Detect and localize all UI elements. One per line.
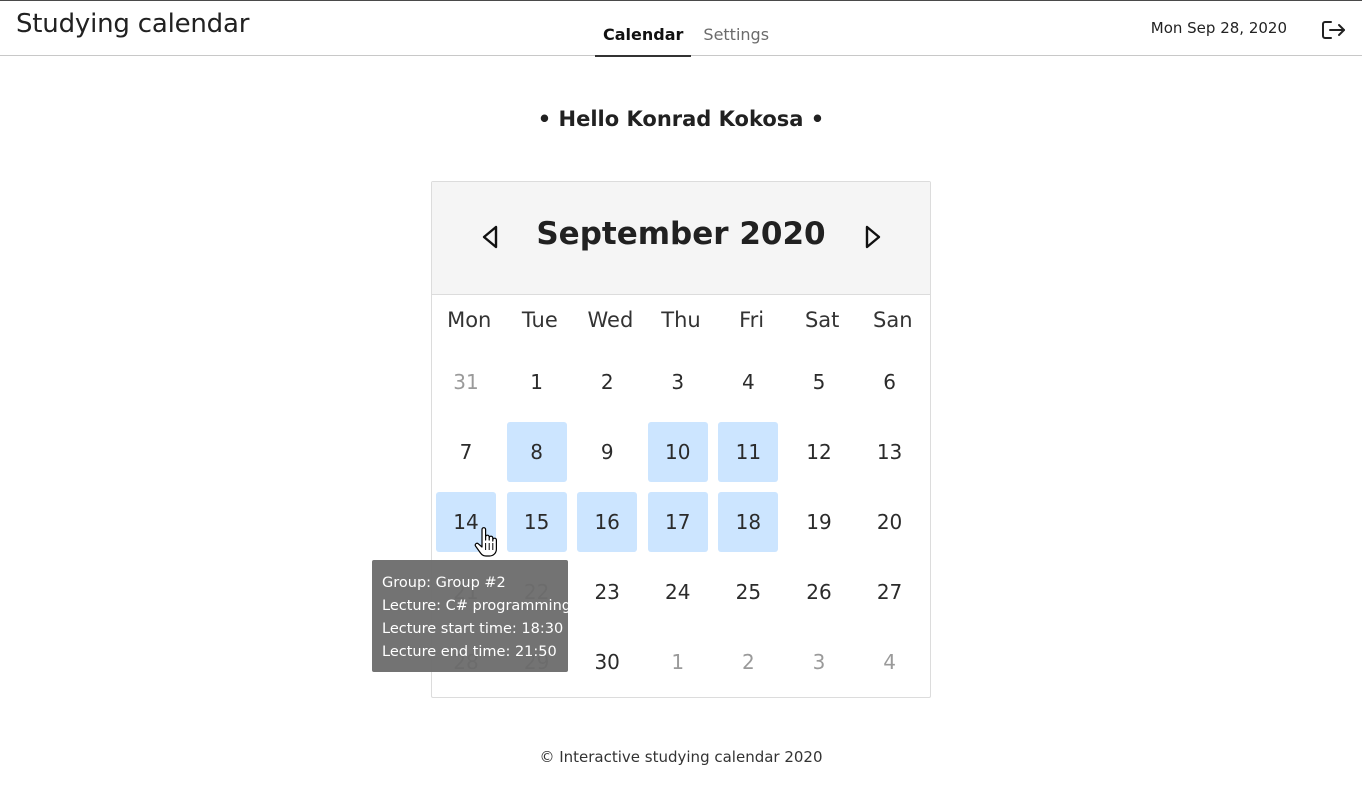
calendar-day[interactable]: 31 [436,352,496,412]
weekday-label: Fri [739,308,765,332]
calendar-day[interactable]: 2 [577,352,637,412]
calendar-day[interactable]: 12 [789,422,849,482]
calendar-day[interactable]: 4 [860,632,920,692]
main-nav: Calendar Settings [595,1,777,57]
weekday-label: Sat [804,308,840,332]
calendar-day[interactable]: 20 [860,492,920,552]
logout-icon[interactable] [1320,18,1348,42]
weekday-label: Thu [661,308,701,332]
calendar-day[interactable]: 6 [860,352,920,412]
greeting: • Hello Konrad Kokosa • [537,107,825,131]
calendar-day-with-lecture[interactable]: 10 [647,422,708,482]
calendar-day[interactable]: 5 [789,352,849,412]
month-title: September 2020 [536,216,826,252]
calendar-day-with-lecture[interactable]: 11 [718,422,779,482]
calendar-day[interactable]: 7 [436,422,496,482]
calendar-day-with-lecture[interactable]: 18 [718,492,779,552]
calendar-day[interactable]: 25 [718,562,778,622]
calendar-day[interactable]: 1 [648,632,708,692]
weekday-label: Mon [447,308,492,332]
today-date: Mon Sep 28, 2020 [1150,19,1287,37]
calendar-day[interactable]: 27 [860,562,920,622]
tab-calendar[interactable]: Calendar [595,1,692,57]
event-tooltip: Group: Group #2 Lecture: C# programming … [372,560,568,672]
calendar-day-with-lecture[interactable]: 16 [577,492,638,552]
calendar-day-with-lecture[interactable]: 8 [506,422,567,482]
calendar-day-with-lecture[interactable]: 15 [506,492,567,552]
calendar-day[interactable]: 24 [648,562,708,622]
calendar-day[interactable]: 23 [577,562,637,622]
chevron-right-icon[interactable] [862,224,884,250]
tooltip-end-time: Lecture end time: 21:50 [382,644,557,660]
hand-pointer-icon [474,527,498,559]
weekday-label: Tue [521,308,558,332]
calendar-day[interactable]: 1 [507,352,567,412]
calendar-day[interactable]: 30 [577,632,637,692]
tooltip-lecture: Lecture: C# programming [382,598,568,614]
weekday-row: Mon Tue Wed Thu Fri Sat San [432,308,930,332]
calendar-day[interactable]: 4 [718,352,778,412]
calendar-day[interactable]: 19 [789,492,849,552]
tab-settings[interactable]: Settings [691,1,777,57]
calendar-day[interactable]: 3 [789,632,849,692]
calendar-day[interactable]: 3 [648,352,708,412]
weekday-label: Wed [587,308,634,332]
calendar-day[interactable]: 2 [718,632,778,692]
app-title: Studying calendar [16,9,250,39]
calendar-day[interactable]: 9 [577,422,637,482]
footer: © Interactive studying calendar 2020 [539,748,823,766]
calendar-day-with-lecture[interactable]: 17 [647,492,708,552]
calendar-day[interactable]: 13 [860,422,920,482]
calendar-day[interactable]: 26 [789,562,849,622]
weekday-label: San [873,308,913,332]
top-bar: Studying calendar Calendar Settings Mon … [0,0,1362,57]
tooltip-start-time: Lecture start time: 18:30 [382,621,564,637]
calendar-header: September 2020 [432,182,930,295]
tooltip-group: Group: Group #2 [382,575,506,591]
